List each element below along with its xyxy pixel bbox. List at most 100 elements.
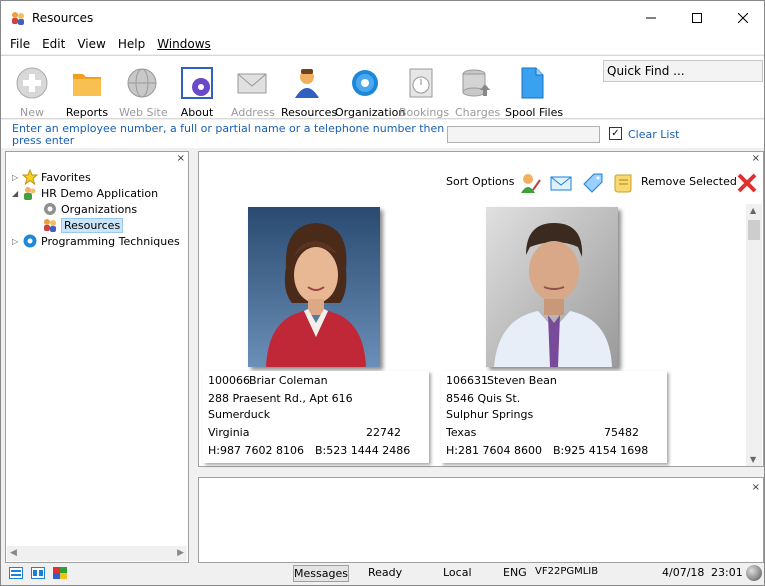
toolbar-address-label: Address	[231, 106, 275, 119]
toolbar-new-label: New	[20, 106, 44, 119]
status-time: 23:01	[711, 566, 743, 579]
keyboard-icon[interactable]	[9, 567, 23, 579]
tree-item-hr-demo[interactable]: ◢ HR Demo Application	[12, 185, 158, 201]
sort-by-tag-icon[interactable]	[582, 172, 604, 194]
menu-help[interactable]: Help	[112, 37, 151, 51]
employee-city: Sumerduck	[208, 408, 271, 421]
main-panel-close-icon[interactable]: ×	[752, 153, 760, 164]
maximize-button[interactable]	[674, 1, 720, 34]
employee-home-phone: H:281 7604 8600	[446, 444, 542, 457]
remove-selected-label[interactable]: Remove Selected	[641, 175, 737, 188]
employee-state: Texas	[446, 426, 477, 439]
employee-id: 106631	[446, 374, 488, 387]
scroll-left-icon[interactable]: ◀	[10, 548, 17, 558]
tree-item-label: HR Demo Application	[41, 186, 159, 200]
toolbar-charges-label: Charges	[455, 106, 501, 119]
person-icon	[295, 69, 319, 98]
small-gear-icon	[44, 203, 56, 215]
collapse-arrow-icon[interactable]: ◢	[12, 189, 22, 198]
toolbar-resources-button[interactable]: Resources	[281, 66, 337, 119]
toolbar-about-label: About	[180, 106, 214, 119]
toolbar-website-label: Web Site	[119, 106, 168, 119]
toolbar-organization-label: Organization	[335, 106, 406, 119]
scroll-down-icon[interactable]: ▼	[750, 455, 756, 464]
sort-by-mail-icon[interactable]	[550, 172, 572, 194]
menu-view[interactable]: View	[71, 37, 111, 51]
employee-photo	[486, 207, 618, 367]
status-library: VF22PGMLIB	[535, 566, 599, 577]
status-date: 4/07/18	[662, 566, 705, 579]
messages-panel-close-icon[interactable]: ×	[752, 482, 760, 493]
toolbar-website-button[interactable]: Web Site	[119, 66, 168, 119]
status-language: ENG	[503, 566, 527, 579]
employee-card[interactable]: 106631 Steven Bean 8546 Quis St. Sulphur…	[441, 207, 669, 463]
toolbar-about-button[interactable]: About	[179, 66, 215, 119]
tree-item-favorites[interactable]: ▷ Favorites	[12, 169, 91, 185]
employee-business-phone: B:523 1444 2486	[315, 444, 411, 457]
toolbar-bookings-label: Bookings	[399, 106, 450, 119]
window-title: Resources	[32, 11, 94, 25]
toolbar-bookings-button[interactable]: Bookings	[399, 66, 450, 119]
clear-list-label[interactable]: Clear List	[628, 128, 680, 141]
employee-photo	[248, 207, 380, 367]
envelope-icon	[237, 73, 267, 94]
messages-button[interactable]: Messages	[293, 565, 349, 582]
toolbar-new-button[interactable]: New	[15, 66, 49, 119]
employee-home-phone: H:987 7602 8106	[208, 444, 304, 457]
clear-list-checkbox[interactable]: ✓	[609, 127, 622, 140]
tree-item-label: Organizations	[61, 202, 138, 216]
search-prompt-row: Enter an employee number, a full or part…	[1, 120, 764, 148]
employee-zip: 22742	[366, 426, 401, 439]
messages-panel: ×	[198, 477, 764, 563]
toolbar-spoolfiles-button[interactable]: Spool Files	[505, 66, 563, 119]
toolbar-charges-button[interactable]: Charges	[455, 66, 501, 119]
menu-windows[interactable]: Windows	[151, 37, 217, 51]
resources-app-icon	[12, 12, 24, 25]
menu-edit[interactable]: Edit	[36, 37, 71, 51]
star-icon	[22, 169, 38, 185]
scrollbar-thumb[interactable]	[748, 220, 760, 240]
toolbar: New Reports Web Site About Address Resou…	[1, 55, 764, 119]
gear-icon	[352, 70, 378, 96]
scroll-right-icon[interactable]: ▶	[177, 548, 184, 558]
toolbar-organization-button[interactable]: Organization	[335, 66, 406, 119]
sort-options-label[interactable]: Sort Options	[446, 175, 515, 188]
employee-name: Briar Coleman	[249, 374, 328, 387]
resources-vertical-scrollbar[interactable]: ▲ ▼	[746, 204, 762, 466]
folder-icon	[73, 74, 101, 96]
toolbar-address-button[interactable]: Address	[231, 66, 275, 119]
scroll-up-icon[interactable]: ▲	[750, 206, 756, 215]
close-button[interactable]	[720, 1, 765, 34]
remove-selected-x-icon[interactable]	[736, 172, 758, 194]
tree-item-resources[interactable]: Resources	[32, 217, 124, 233]
menu-file[interactable]: File	[4, 37, 36, 51]
expand-arrow-icon[interactable]: ▷	[12, 173, 22, 182]
color-grid-icon[interactable]	[53, 567, 67, 579]
tree-panel-close-icon[interactable]: ×	[177, 153, 185, 164]
plus-icon	[16, 67, 48, 99]
clock-icon	[409, 68, 433, 98]
quick-find-input[interactable]: Quick Find ...	[603, 60, 763, 82]
minimize-button[interactable]	[628, 1, 674, 34]
database-icon	[462, 69, 490, 97]
employee-card[interactable]: 100066 Briar Coleman 288 Praesent Rd., A…	[203, 207, 431, 463]
employee-info-box: 106631 Steven Bean 8546 Quis St. Sulphur…	[441, 371, 667, 463]
tree-item-programming-techniques[interactable]: ▷ Programming Techniques	[12, 233, 180, 249]
globe-icon	[127, 68, 157, 98]
sort-by-scroll-icon[interactable]	[613, 172, 635, 194]
toolbar-reports-button[interactable]: Reports	[65, 66, 109, 119]
navigation-tree-panel: × ▷ Favorites ◢ HR Demo Application Orga…	[5, 151, 189, 563]
toolbar-reports-label: Reports	[65, 106, 109, 119]
employee-city: Sulphur Springs	[446, 408, 534, 421]
employee-search-input[interactable]	[447, 126, 600, 143]
sort-by-person-icon[interactable]	[519, 172, 541, 194]
expand-arrow-icon[interactable]: ▷	[12, 237, 22, 246]
people-icon	[24, 187, 36, 200]
tree-item-label: Programming Techniques	[41, 234, 180, 248]
application-window: Resources File Edit View Help Windows Ne…	[0, 0, 765, 586]
maximize-icon	[692, 12, 702, 23]
status-state: Ready	[368, 566, 403, 579]
layout-icon[interactable]	[31, 567, 45, 579]
tree-horizontal-scrollbar[interactable]: ◀ ▶	[7, 546, 187, 561]
tree-item-organizations[interactable]: Organizations	[32, 201, 137, 217]
